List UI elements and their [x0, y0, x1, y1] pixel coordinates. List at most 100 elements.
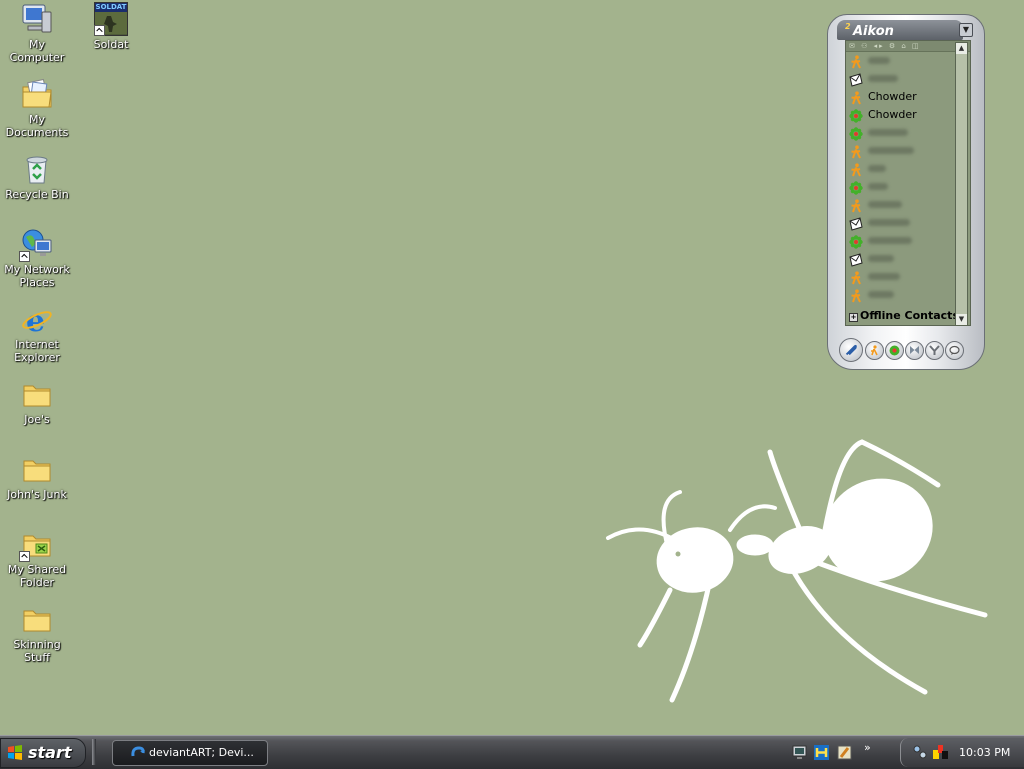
aikon-main-menu-button[interactable]	[839, 338, 863, 362]
contact-name-obscured	[868, 129, 908, 136]
contact-name-obscured	[868, 75, 898, 82]
contact-name-obscured	[868, 255, 894, 262]
network-connection-icon[interactable]	[913, 745, 928, 760]
shortcut-arrow-icon	[94, 25, 105, 36]
browser-window-icon	[131, 746, 145, 757]
desktop-icon-internet-explorer[interactable]: e Internet Explorer	[0, 302, 74, 364]
desktop-icon-label: My Shared Folder	[7, 563, 67, 589]
security-tray-icon[interactable]	[837, 745, 852, 760]
aim-status-button[interactable]	[865, 341, 884, 360]
contact-row[interactable]	[846, 232, 970, 250]
contact-name-obscured	[868, 237, 912, 244]
desktop-icon-label: My Computer	[9, 38, 65, 64]
aim-running-man-icon	[851, 163, 861, 177]
internet-explorer-icon: e	[22, 304, 52, 336]
speech-bubble-icon	[949, 345, 960, 355]
aikon-title: Aikon 2	[845, 22, 894, 39]
paperclip-icon	[845, 344, 857, 356]
contact-list-scrollbar[interactable]: ▲ ▼	[955, 42, 968, 326]
network-monitor-icon[interactable]	[792, 745, 807, 760]
contact-row[interactable]	[846, 196, 970, 214]
desktop-icon-my-network-places[interactable]: My Network Places	[0, 227, 74, 289]
taskbar-button-deviantart[interactable]: deviantART; Devi...	[112, 740, 268, 766]
offline-contacts-label: Offline Contacts	[860, 309, 959, 322]
desktop-icon-recycle-bin[interactable]: Recycle Bin	[0, 152, 74, 201]
aim-running-man-icon	[851, 91, 861, 105]
contact-row[interactable]	[846, 124, 970, 142]
aikon-tray-icon[interactable]	[933, 745, 948, 760]
contact-row[interactable]	[846, 268, 970, 286]
contact-row[interactable]: Chowder	[846, 106, 970, 124]
folder-icon	[23, 610, 51, 632]
desktop-icon-label: Internet Explorer	[14, 338, 60, 364]
desktop-icon-my-documents[interactable]: My Documents	[0, 77, 74, 139]
desktop-icon-skinning-stuff[interactable]: Skinning Stuff	[0, 602, 74, 664]
icq-flower-icon	[849, 235, 863, 249]
ant-wallpaper-image	[606, 439, 988, 703]
icq-protocol-icon	[849, 108, 863, 123]
contact-row[interactable]: Chowder	[846, 88, 970, 106]
computer-icon	[22, 4, 52, 33]
desktop-icon-joes[interactable]: Joe's	[0, 377, 74, 426]
msn-status-button[interactable]	[905, 341, 924, 360]
aim-protocol-icon	[849, 270, 863, 285]
show-hidden-icons-chevron[interactable]: »	[864, 741, 871, 754]
folder-icon	[23, 460, 51, 482]
msn-protocol-icon	[849, 216, 863, 231]
start-button[interactable]: start	[0, 738, 86, 768]
scroll-up-arrow-icon[interactable]: ▲	[956, 43, 967, 54]
contact-list-column-icons: ✉ ⚇ ◂▸ ⚙ ⌂ ◫	[846, 41, 970, 52]
desktop-icon-soldat[interactable]: SOLDAT Soldat	[74, 2, 148, 51]
aim-protocol-icon	[849, 54, 863, 69]
icq-flower-icon	[849, 109, 863, 123]
contact-name-obscured	[868, 165, 886, 172]
contact-name-obscured	[868, 183, 888, 190]
recycle-bin-icon	[26, 156, 48, 184]
aim-running-man-icon	[851, 271, 861, 285]
desktop-icon-label: Recycle Bin	[5, 188, 69, 201]
contact-name-obscured	[868, 273, 900, 280]
desktop-icon-label: Skinning Stuff	[13, 638, 61, 664]
butterfly-icon	[910, 346, 919, 354]
desktop-icon-my-computer[interactable]: My Computer	[0, 2, 74, 64]
contact-row[interactable]	[846, 250, 970, 268]
aikon-menu-dropdown-button[interactable]: ▼	[959, 23, 973, 37]
msn-protocol-icon	[849, 252, 863, 267]
aikon-title-bar[interactable]: Aikon 2 ▼	[837, 20, 973, 40]
contact-row[interactable]	[846, 70, 970, 88]
desktop-icon-label: Soldat	[93, 38, 129, 51]
taskbar-separator	[92, 739, 96, 765]
expand-icon[interactable]: +	[849, 313, 858, 322]
icq-status-button[interactable]	[885, 341, 904, 360]
contact-rows: Chowder Chowder	[846, 52, 970, 304]
system-tray: 10:03 PM	[900, 738, 1024, 767]
desktop-icon-my-shared-folder[interactable]: My Shared Folder	[0, 527, 74, 589]
contact-row[interactable]	[846, 160, 970, 178]
start-label: start	[28, 743, 72, 762]
contact-row[interactable]	[846, 214, 970, 232]
contact-row[interactable]	[846, 286, 970, 304]
icq-protocol-icon	[849, 126, 863, 141]
app-tray-icon[interactable]	[814, 745, 829, 760]
taskbar-button-label: deviantART; Devi...	[149, 746, 254, 759]
offline-contacts-group[interactable]: + Offline Contacts	[849, 309, 959, 322]
contact-row[interactable]	[846, 178, 970, 196]
msn-envelope-icon	[849, 73, 863, 87]
desktop-icon-johns-junk[interactable]: John's Junk	[0, 452, 74, 501]
contact-name: Chowder	[868, 90, 917, 103]
aikon-contact-list-window[interactable]: Aikon 2 ▼ ✉ ⚇ ◂▸ ⚙ ⌂ ◫ Chowder Chowder + Of…	[827, 14, 985, 370]
contact-row[interactable]	[846, 142, 970, 160]
contact-list: ✉ ⚇ ◂▸ ⚙ ⌂ ◫ Chowder Chowder + Offline Con…	[845, 40, 971, 326]
aim-running-man-icon	[871, 345, 878, 356]
yahoo-status-button[interactable]	[925, 341, 944, 360]
taskbar-clock[interactable]: 10:03 PM	[959, 746, 1010, 759]
aim-running-man-icon	[851, 55, 861, 69]
aim-protocol-icon	[849, 144, 863, 159]
taskbar: start deviantART; Devi... » 10:03 PM	[0, 735, 1024, 769]
contact-name-obscured	[868, 201, 902, 208]
contact-row[interactable]	[846, 52, 970, 70]
shortcut-arrow-icon	[19, 551, 30, 562]
scroll-down-arrow-icon[interactable]: ▼	[956, 314, 967, 325]
message-button[interactable]	[945, 341, 964, 360]
contact-name: Chowder	[868, 108, 917, 121]
